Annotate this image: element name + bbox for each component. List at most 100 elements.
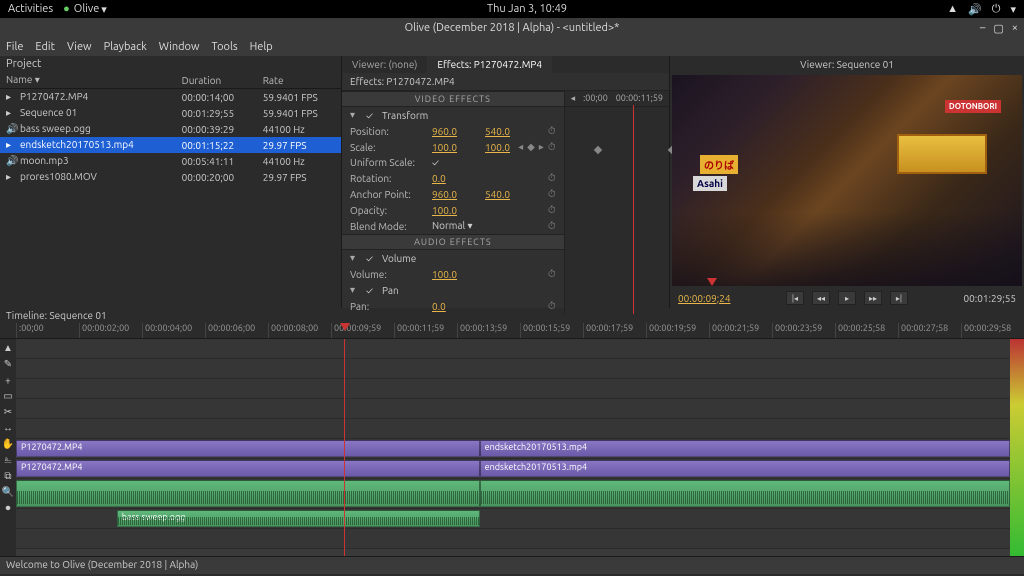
go-end-button[interactable]: ▸| xyxy=(890,291,908,305)
anchor-x[interactable]: 960.0 xyxy=(432,189,457,200)
menu-file[interactable]: File xyxy=(6,41,23,53)
ruler-tick: 00:00:13;59 xyxy=(457,323,520,338)
zoom-tool[interactable]: 🔍 xyxy=(1,485,15,499)
transition-tool[interactable]: ⎁ xyxy=(1,453,15,467)
track-spacer xyxy=(16,399,1024,419)
project-panel-title: Project xyxy=(0,56,341,72)
timeline-playhead[interactable] xyxy=(344,339,345,556)
forward-button[interactable]: ▸▸ xyxy=(864,291,882,305)
stopwatch-icon[interactable]: ⏱ xyxy=(548,172,556,184)
slip-tool[interactable]: ↔ xyxy=(1,421,15,435)
clip-audio[interactable]: bass sweep.ogg xyxy=(117,510,480,527)
stopwatch-icon[interactable]: ⏱ xyxy=(548,141,556,153)
menu-window[interactable]: Window xyxy=(159,41,200,53)
check-icon[interactable]: ✓ xyxy=(366,110,374,121)
menu-tools[interactable]: Tools xyxy=(212,41,238,53)
check-icon[interactable]: ✓ xyxy=(366,285,374,296)
clip-audio[interactable] xyxy=(16,480,480,507)
stopwatch-icon[interactable]: ⏱ xyxy=(548,188,556,200)
edit-tool[interactable]: ✎ xyxy=(1,357,15,371)
add-tool[interactable]: + xyxy=(1,373,15,387)
menu-view[interactable]: View xyxy=(67,41,92,53)
clip-video[interactable]: endsketch20170513.mp4 xyxy=(480,440,1010,457)
project-table[interactable]: Name ▾ Duration Rate ▸P1270472.MP400:00:… xyxy=(0,72,341,185)
app-indicator-label[interactable]: Olive xyxy=(74,3,100,15)
pan-section[interactable]: ▾✓Pan xyxy=(342,282,564,298)
project-row[interactable]: ▸P1270472.MP400:00:14;0059.9401 FPS xyxy=(0,89,341,106)
audio-track-1[interactable] xyxy=(16,479,1024,509)
ruler-tick: 00:00:11;59 xyxy=(394,323,457,338)
video-track-1[interactable]: P1270472.MP4 endsketch20170513.mp4 xyxy=(16,459,1024,479)
keyframe-area[interactable]: ◂ :00;00 00:00:11;59 xyxy=(565,91,669,314)
anchor-y[interactable]: 540.0 xyxy=(485,189,510,200)
clip-video[interactable]: endsketch20170513.mp4 xyxy=(480,460,1010,477)
blend-mode-select[interactable]: Normal ▾ xyxy=(432,220,473,232)
clip-video[interactable]: P1270472.MP4 xyxy=(16,460,480,477)
volume-value[interactable]: 100.0 xyxy=(432,269,457,280)
project-row[interactable]: 🔊bass sweep.ogg00:00:39:2944100 Hz xyxy=(0,121,341,137)
clip-audio[interactable] xyxy=(480,480,1010,507)
next-kf-icon[interactable]: ▸ xyxy=(539,141,544,153)
chevron-down-icon[interactable]: ▾ xyxy=(1010,3,1016,16)
play-button[interactable]: ▸ xyxy=(838,291,856,305)
effects-playhead[interactable] xyxy=(633,105,634,314)
menu-help[interactable]: Help xyxy=(250,41,273,53)
viewer-scrubber[interactable] xyxy=(672,284,1022,286)
volume-icon[interactable]: 🔊 xyxy=(968,3,982,16)
scale-y[interactable]: 100.0 xyxy=(485,142,510,153)
position-y[interactable]: 540.0 xyxy=(485,126,510,137)
minimize-button[interactable]: – xyxy=(980,22,985,35)
power-icon[interactable]: ⏻ xyxy=(992,3,1001,16)
prev-kf-icon[interactable]: ◂ xyxy=(518,141,523,153)
stopwatch-icon[interactable]: ⏱ xyxy=(548,220,556,232)
add-kf-icon[interactable]: ◆ xyxy=(527,141,535,153)
record-tool[interactable]: ⏺ xyxy=(1,501,15,515)
maximize-button[interactable]: ▢ xyxy=(993,22,1003,35)
scale-x[interactable]: 100.0 xyxy=(432,142,457,153)
clock[interactable]: Thu Jan 3, 10:49 xyxy=(107,3,947,15)
volume-section[interactable]: ▾✓Volume xyxy=(342,250,564,266)
snap-toggle[interactable]: ⧉ xyxy=(1,469,15,483)
pointer-tool[interactable]: ▲ xyxy=(1,341,15,355)
audio-track-2[interactable]: bass sweep.ogg xyxy=(16,509,1024,529)
network-icon[interactable]: ▲ xyxy=(947,3,958,16)
project-row[interactable]: ▸endsketch20170513.mp400:01:15;2229.97 F… xyxy=(0,137,341,153)
app-indicator-icon[interactable]: ● xyxy=(63,3,70,15)
opacity-value[interactable]: 100.0 xyxy=(432,205,457,216)
rewind-button[interactable]: ◂◂ xyxy=(812,291,830,305)
ripple-tool[interactable]: ▭ xyxy=(1,389,15,403)
col-duration[interactable]: Duration xyxy=(176,72,257,89)
check-icon[interactable]: ✓ xyxy=(366,253,374,264)
transform-section[interactable]: ▾ ✓ Transform xyxy=(342,107,564,123)
timeline-ruler[interactable]: :00;0000:00:02;0000:00:04;0000:00:06;000… xyxy=(0,323,1024,339)
razor-tool[interactable]: ✂ xyxy=(1,405,15,419)
stopwatch-icon[interactable]: ⏱ xyxy=(548,268,556,280)
timecode-in[interactable]: 00:00:09;24 xyxy=(678,293,731,304)
col-rate[interactable]: Rate xyxy=(257,72,341,89)
rotation-value[interactable]: 0.0 xyxy=(432,173,446,184)
project-row[interactable]: ▸Sequence 0100:01:29;5559.9401 FPS xyxy=(0,105,341,121)
col-name[interactable]: Name ▾ xyxy=(0,72,176,89)
menu-playback[interactable]: Playback xyxy=(104,41,147,53)
stopwatch-icon[interactable]: ⏱ xyxy=(548,125,556,137)
stopwatch-icon[interactable]: ⏱ xyxy=(548,204,556,216)
keyframe-diamond-icon[interactable] xyxy=(593,146,601,154)
timeline-tracks[interactable]: P1270472.MP4 endsketch20170513.mp4 P1270… xyxy=(16,339,1024,556)
project-row[interactable]: ▸prores1080.MOV00:00:20;0029.97 FPS xyxy=(0,169,341,185)
go-start-button[interactable]: |◂ xyxy=(786,291,804,305)
uniform-scale-checkbox[interactable]: ✓ xyxy=(432,157,439,168)
hand-tool[interactable]: ✋ xyxy=(1,437,15,451)
tab-effects[interactable]: Effects: P1270472.MP4 xyxy=(427,56,552,73)
track-spacer xyxy=(16,379,1024,399)
clip-video[interactable]: P1270472.MP4 xyxy=(16,440,480,457)
video-track-2[interactable]: P1270472.MP4 endsketch20170513.mp4 xyxy=(16,439,1024,459)
tab-viewer-none[interactable]: Viewer: (none) xyxy=(342,56,427,73)
project-row[interactable]: 🔊moon.mp300:05:41:1144100 Hz xyxy=(0,153,341,169)
close-button[interactable]: × xyxy=(1012,22,1018,35)
activities-button[interactable]: Activities xyxy=(8,3,53,15)
position-x[interactable]: 960.0 xyxy=(432,126,457,137)
viewer-canvas[interactable]: のりば Asahi DOTONBORI xyxy=(672,75,1022,286)
menu-edit[interactable]: Edit xyxy=(35,41,55,53)
chevron-left-icon[interactable]: ◂ xyxy=(571,93,576,104)
media-type-icon: ▸ xyxy=(6,107,16,119)
